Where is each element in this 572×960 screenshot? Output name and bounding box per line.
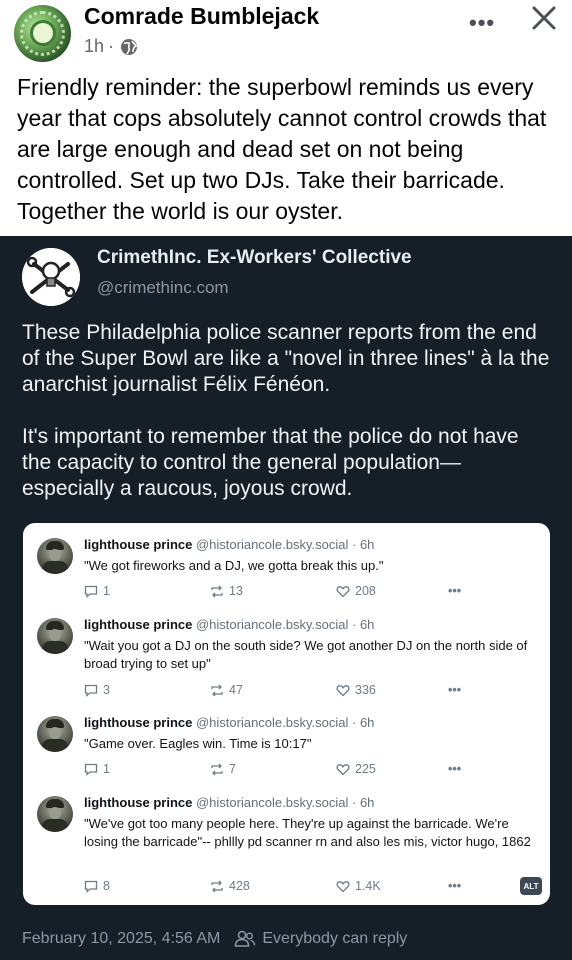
globe-icon [121,38,138,55]
post-date: February 10, 2025, 4:56 AM [22,930,221,947]
reply-count: 1 [103,762,110,776]
avatar [37,716,73,752]
embed-avatar[interactable] [22,248,80,306]
repost-count: 7 [229,762,236,776]
reply-icon [84,585,98,598]
post-header: lighthouse prince @historiancole.bsky.so… [84,715,374,730]
post-meta: 1h · [84,36,138,57]
reply-count: 3 [103,683,110,697]
poster-name: lighthouse prince [84,715,193,730]
people-icon [235,930,256,947]
post-actions: 3 47 336 ••• [84,683,484,699]
crimethinc-logo-icon [22,248,80,306]
alt-text-button[interactable]: ALT [520,877,542,895]
quoted-screenshot[interactable]: lighthouse prince @historiancole.bsky.so… [23,523,550,905]
like-action: 336 [336,683,376,697]
post-body: "Wait you got a DJ on the south side? We… [84,638,528,671]
repost-icon [211,880,223,892]
embed-author-handle[interactable]: @crimethinc.com [97,278,229,298]
post-header: lighthouse prince @historiancole.bsky.so… [84,537,374,552]
avatar [37,538,73,574]
poster-name: lighthouse prince [84,537,193,552]
post-text: Friendly reminder: the superbowl reminds… [17,74,547,224]
post-header: Comrade Bumblejack 1h · ••• [0,0,572,70]
repost-icon [211,684,223,696]
repost-action: 13 [210,584,243,598]
avatar [37,618,73,654]
heart-icon [336,763,350,775]
post-actions: 1 7 225 ••• [84,762,484,778]
post-body: "We've got too many people here. They're… [84,816,531,849]
heart-icon [336,684,350,696]
poster-name: lighthouse prince [84,617,193,632]
avatar [37,796,73,832]
embedded-post[interactable]: CrimethInc. Ex-Workers' Collective @crim… [0,236,572,960]
embed-paragraph: These Philadelphia police scanner report… [22,321,550,396]
post-time: · 6h [352,617,375,632]
poster-handle: @historiancole.bsky.social [195,795,349,810]
post-time: · 6h [352,537,375,552]
more-icon: ••• [448,762,462,776]
post-header: lighthouse prince @historiancole.bsky.so… [84,617,374,632]
repost-count: 428 [229,879,250,893]
meta-separator: · [108,36,115,56]
more-icon: ••• [448,683,462,697]
reply-count: 1 [103,584,110,598]
embed-text: These Philadelphia police scanner report… [22,320,552,528]
post-header: lighthouse prince @historiancole.bsky.so… [84,795,374,810]
repost-action: 428 [210,879,250,893]
heart-icon [336,880,350,892]
like-action: 225 [336,762,376,776]
reply-count: 8 [103,879,110,893]
close-icon[interactable] [528,2,560,34]
poster-handle: @historiancole.bsky.social [195,537,349,552]
like-count: 1.4K [355,879,381,893]
repost-icon [211,585,223,597]
poster-handle: @historiancole.bsky.social [195,617,349,632]
post-time: · 6h [352,715,375,730]
repost-icon [211,763,223,775]
reply-action: 1 [84,762,110,776]
post-body: "Game over. Eagles win. Time is 10:17" [84,736,312,751]
post-actions: 8 428 1.4K ••• [84,879,484,895]
embed-author-name[interactable]: CrimethInc. Ex-Workers' Collective [97,247,412,269]
repost-action: 47 [210,683,243,697]
like-count: 336 [355,683,376,697]
more-icon: ••• [448,584,462,598]
embed-paragraph: It's important to remember that the poli… [22,425,519,500]
poster-handle: @historiancole.bsky.social [195,715,349,730]
post-time: · 6h [352,795,375,810]
like-action: 208 [336,584,376,598]
repost-count: 13 [229,584,243,598]
like-action: 1.4K [336,879,381,893]
reply-icon [84,880,98,893]
reply-icon [84,763,98,776]
reply-action: 8 [84,879,110,893]
more-icon: ••• [448,879,462,893]
like-count: 208 [355,584,376,598]
heart-icon [336,585,350,597]
post-time[interactable]: 1h [84,36,104,57]
post-body: "We got fireworks and a DJ, we gotta bre… [84,558,384,573]
reply-action: 1 [84,584,110,598]
post-actions: 1 13 208 ••• [84,584,484,600]
repost-count: 47 [229,683,243,697]
reply-icon [84,684,98,697]
poster-name: lighthouse prince [84,795,193,810]
author-name[interactable]: Comrade Bumblejack [84,3,319,30]
like-count: 225 [355,762,376,776]
repost-action: 7 [210,762,236,776]
author-avatar[interactable] [14,5,71,62]
reply-action: 3 [84,683,110,697]
embed-footer: February 10, 2025, 4:56 AM Everybody can… [22,930,407,948]
reply-setting[interactable]: Everybody can reply [262,930,407,948]
more-options-button[interactable]: ••• [469,10,495,36]
